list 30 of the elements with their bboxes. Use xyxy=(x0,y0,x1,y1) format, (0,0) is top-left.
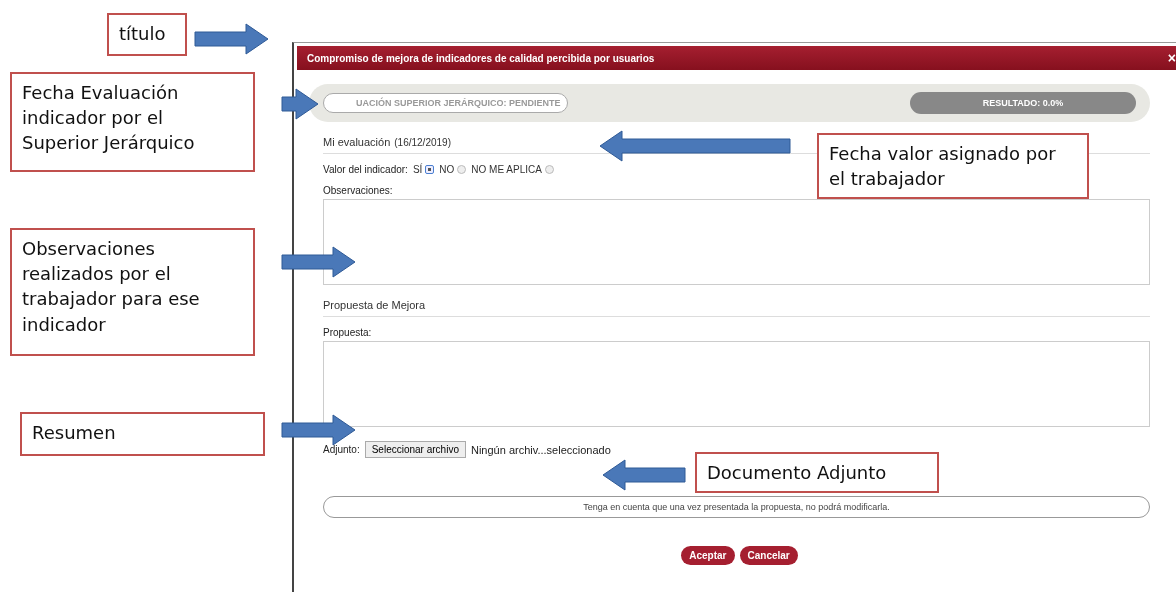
observations-field[interactable] xyxy=(323,199,1150,285)
status-pill: UACIÓN SUPERIOR JERÁRQUICO: PENDIENTE xyxy=(323,93,568,113)
indicator-label: Valor del indicador: xyxy=(323,164,408,175)
proposal-field[interactable] xyxy=(323,341,1150,427)
section-heading: Mi evaluación xyxy=(323,136,391,148)
attachment-label: Adjunto: xyxy=(323,444,360,455)
option-label: NO ME APLICA xyxy=(471,164,542,175)
evaluation-date: (16/12/2019) xyxy=(394,137,451,148)
field-label: Propuesta: xyxy=(323,327,373,338)
callout-box: Resumen xyxy=(20,412,265,456)
section-heading: Propuesta de Mejora xyxy=(323,299,426,311)
callout-box: Fecha Evaluación indicador por el Superior Jerárquico xyxy=(10,72,255,172)
field-label: Observaciones: xyxy=(323,185,394,196)
dialog-button[interactable]: Cancelar xyxy=(739,546,798,565)
radio-button[interactable] xyxy=(457,165,467,174)
dialog-button[interactable]: Aceptar xyxy=(681,546,735,565)
callout-box: Documento Adjunto xyxy=(695,452,939,493)
result-pill: RESULTADO: 0.0% xyxy=(910,92,1136,114)
radio-button[interactable] xyxy=(425,165,435,174)
radio-button[interactable] xyxy=(544,165,554,174)
file-select-button[interactable]: Seleccionar archivo xyxy=(364,441,466,458)
callout-box: Observaciones realizados por el trabajador para ese indicador xyxy=(10,228,255,356)
callout-box: título xyxy=(107,13,187,56)
option-label: NO xyxy=(439,164,455,175)
option-label: SÍ xyxy=(412,164,423,175)
callout-arrow xyxy=(281,88,319,120)
callout-box: Fecha valor asignado por el trabajador xyxy=(817,133,1089,199)
file-status: Ningún archiv...seleccionado xyxy=(470,443,611,456)
close-button[interactable]: × xyxy=(1167,50,1176,66)
dialog-title: Compromiso de mejora de indicadores de calidad percibida por usuarios xyxy=(307,52,655,64)
